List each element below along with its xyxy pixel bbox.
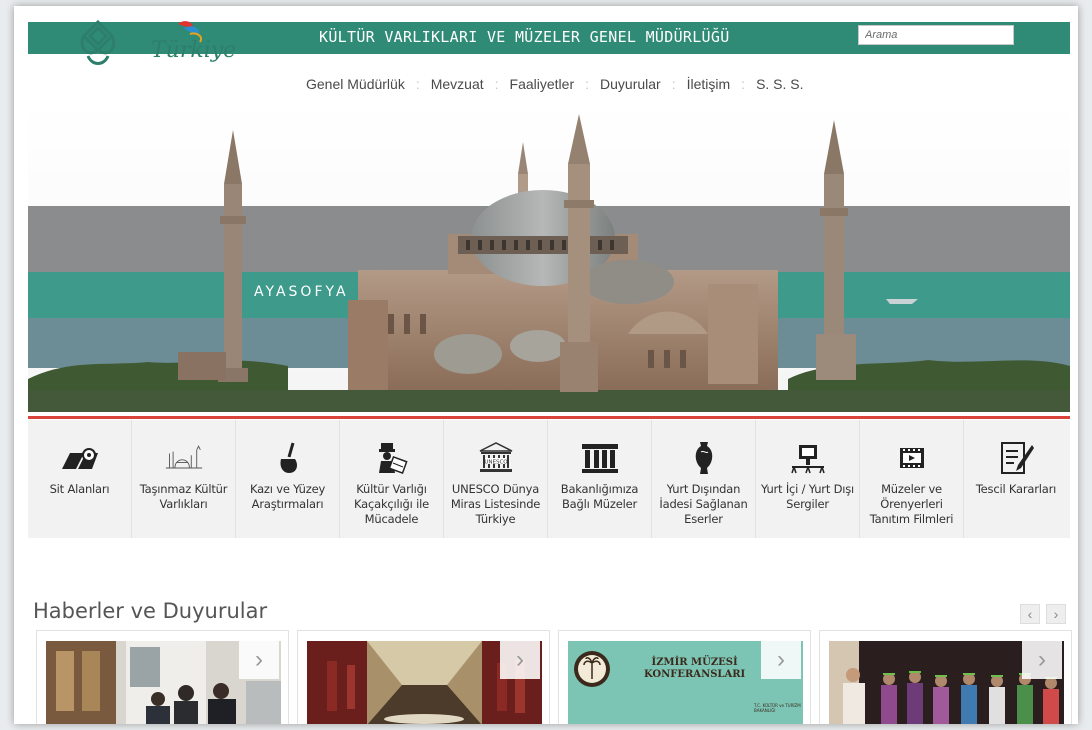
tile-label: Sit Alanları [49,482,110,496]
tile-tescil-kararlari[interactable]: Tescil Kararları [964,420,1068,538]
museum-icon [580,440,620,476]
site-title: KÜLTÜR VARLIKLARI VE MÜZELER GENEL MÜDÜR… [319,28,730,46]
card-next-button[interactable]: › [1022,641,1062,679]
card-next-button[interactable]: › [239,641,279,679]
tile-yurt-ici-yurt-disi-sergiler[interactable]: Yurt İçi / Yurt Dışı Sergiler [756,420,860,538]
news-next-button[interactable]: › [1046,604,1066,624]
nav-genel-mudurluk[interactable]: Genel Müdürlük [306,76,405,92]
search-input[interactable] [858,25,1014,45]
tile-tasinmaz-kultur-varliklari[interactable]: Taşınmaz Kültür Varlıkları [132,420,236,538]
film-icon [892,440,932,476]
tile-label: Kazı ve Yüzey Araştırmaları [249,482,326,511]
news-card[interactable]: İZMİR MÜZESİ KONFERANSLARI T.C. KÜLTÜR v… [558,630,811,724]
izmir-ministry-subtitle: T.C. KÜLTÜR ve TURİZM BAKANLIĞI [754,703,801,713]
izmir-museum-logo-icon [574,651,610,687]
news-heading: Haberler ve Duyurular [33,599,268,624]
trowel-icon [268,440,308,476]
smuggler-icon [372,440,412,476]
nav-separator: : [585,76,590,92]
news-card[interactable]: › [819,630,1072,724]
tile-kazi-ve-yuzey-arastirmalari[interactable]: Kazı ve Yüzey Araştırmaları [236,420,340,538]
category-tiles: Sit Alanları Taşınmaz Kültür Varlıkları [28,420,1070,538]
amphora-icon [684,440,724,476]
svg-text:UNESCO: UNESCO [484,460,508,466]
tile-kultur-varligi-kacakciligi[interactable]: Kültür Varlığı Kaçakçılığı ile Mücadele [340,420,444,538]
card-next-button[interactable]: › [500,641,540,679]
tile-label: Kültür Varlığı Kaçakçılığı ile Mücadele [354,482,429,526]
tile-unesco-dunya-miras[interactable]: UNESCO UNESCO Dünya Miras Listesinde Tür… [444,420,548,538]
nav-iletisim[interactable]: İletişim [687,76,731,92]
tile-label: Tescil Kararları [975,482,1057,496]
tile-yurt-disindan-iade[interactable]: Yurt Dışından İadesi Sağlanan Eserler [652,420,756,538]
news-card[interactable]: › [297,630,550,724]
nav-separator: : [415,76,420,92]
nav-faaliyetler[interactable]: Faaliyetler [510,76,575,92]
nav-sss[interactable]: S. S. S. [756,76,803,92]
building-sketch-icon [164,440,204,476]
card-next-button[interactable]: › [761,641,801,679]
nav-mevzuat[interactable]: Mevzuat [431,76,484,92]
nav-separator: : [671,76,676,92]
nav-duyurular[interactable]: Duyurular [600,76,661,92]
tile-label: Müzeler ve Örenyerleri Tanıtım Filmleri [869,482,954,526]
logo-text: Türkiye [151,38,237,63]
tile-bakanliga-bagli-muzeler[interactable]: Bakanlığımıza Bağlı Müzeler [548,420,652,538]
document-edit-icon [996,440,1036,476]
tile-sit-alanlari[interactable]: Sit Alanları [28,420,132,538]
tile-muzeler-tanitim-filmleri[interactable]: Müzeler ve Örenyerleri Tanıtım Filmleri [860,420,964,538]
exhibition-icon [788,440,828,476]
hagia-sophia-photo [28,104,1070,412]
news-prev-button[interactable]: ‹ [1020,604,1040,624]
hero-banner[interactable]: AYASOFYA [28,104,1070,412]
nav-separator: : [741,76,746,92]
unesco-icon: UNESCO [476,440,516,476]
ministry-knot-logo-icon[interactable] [78,18,118,70]
tile-label: UNESCO Dünya Miras Listesinde Türkiye [450,482,541,526]
izmir-conference-title: İZMİR MÜZESİ KONFERANSLARI [644,657,746,680]
accent-divider [28,416,1070,419]
hero-caption: AYASOFYA [254,284,349,300]
news-card[interactable]: › [36,630,289,724]
map-icon [60,440,100,476]
tile-label: Yurt İçi / Yurt Dışı Sergiler [760,482,855,511]
tile-label: Taşınmaz Kültür Varlıkları [139,482,228,511]
page: KÜLTÜR VARLIKLARI VE MÜZELER GENEL MÜDÜR… [14,6,1078,724]
tile-label: Yurt Dışından İadesi Sağlanan Eserler [659,482,748,526]
main-nav: Genel Müdürlük : Mevzuat : Faaliyetler :… [306,72,804,96]
nav-separator: : [494,76,499,92]
tile-label: Bakanlığımıza Bağlı Müzeler [560,482,639,511]
